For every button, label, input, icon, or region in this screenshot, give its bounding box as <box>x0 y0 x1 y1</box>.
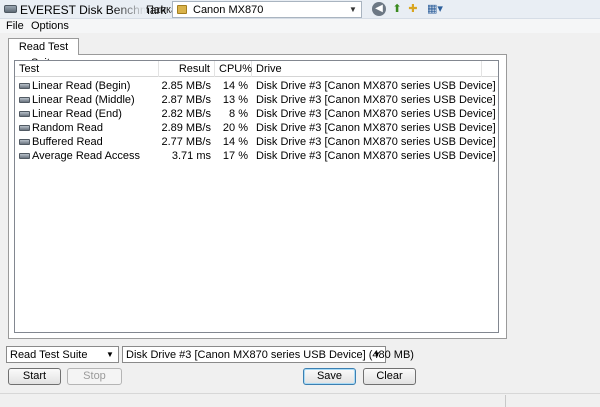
start-button[interactable]: Start <box>8 368 61 385</box>
disk-icon <box>19 97 30 103</box>
cell-result: 3.71 ms <box>171 150 211 162</box>
cell-cpu: 17 % <box>222 150 248 162</box>
cell-cpu: 13 % <box>222 94 248 106</box>
cell-cpu: 20 % <box>222 122 248 134</box>
column-header-drive[interactable]: Drive <box>252 61 482 77</box>
chevron-down-icon[interactable]: ▼ <box>347 2 359 17</box>
cell-test: Average Read Access <box>32 150 141 162</box>
menu-file[interactable]: File <box>6 20 24 32</box>
column-header-result[interactable]: Result <box>159 61 215 77</box>
status-bar <box>0 393 600 407</box>
cell-test: Linear Read (End) <box>32 108 122 120</box>
title-fade <box>112 0 146 18</box>
disk-icon <box>19 111 30 117</box>
chevron-down-icon: ▼ <box>373 350 381 359</box>
new-folder-icon[interactable]: ✚ <box>406 2 420 16</box>
table-row[interactable]: Linear Read (End) 2.82 MB/s 8 % Disk Drive … <box>15 107 498 121</box>
title-bar: EVEREST Disk Benchmark Папка: Canon MX87… <box>0 0 600 19</box>
cell-drive: Disk Drive #3 [Canon MX870 series USB De… <box>256 122 496 134</box>
disk-icon <box>19 139 30 145</box>
results-table[interactable]: Test Result CPU% Drive Linear Read (Begi… <box>14 60 499 333</box>
disk-icon <box>19 83 30 89</box>
table-header: Test Result CPU% Drive <box>15 61 498 77</box>
menu-options[interactable]: Options <box>31 20 69 32</box>
cell-result: 2.87 MB/s <box>161 94 211 106</box>
cell-result: 2.85 MB/s <box>161 80 211 92</box>
drive-select[interactable]: Disk Drive #3 [Canon MX870 series USB De… <box>122 346 414 363</box>
cell-result: 2.89 MB/s <box>161 122 211 134</box>
cell-drive: Disk Drive #3 [Canon MX870 series USB De… <box>256 136 496 148</box>
cell-cpu: 14 % <box>222 136 248 148</box>
column-header-cpu[interactable]: CPU% <box>215 61 252 77</box>
menu-bar: File Options <box>0 19 600 33</box>
save-button[interactable]: Save <box>303 368 356 385</box>
chevron-down-icon: ▼ <box>106 350 114 359</box>
column-header-test[interactable]: Test <box>15 61 159 77</box>
folder-combo[interactable]: Canon MX870 ▼ <box>172 1 362 18</box>
cell-result: 2.77 MB/s <box>161 136 211 148</box>
table-row[interactable]: Average Read Access 3.71 ms 17 % Disk Drive… <box>15 149 498 163</box>
cell-cpu: 14 % <box>222 80 248 92</box>
clear-button[interactable]: Clear <box>363 368 416 385</box>
cell-test: Buffered Read <box>32 136 103 148</box>
folder-value: Canon MX870 <box>193 4 264 16</box>
cell-cpu: 8 % <box>229 108 248 120</box>
status-divider <box>505 395 506 407</box>
cell-test: Linear Read (Middle) <box>32 94 135 106</box>
table-row[interactable]: Linear Read (Begin) 2.85 MB/s 14 % Disk Dri… <box>15 79 498 93</box>
disk-icon <box>19 153 30 159</box>
cell-drive: Disk Drive #3 [Canon MX870 series USB De… <box>256 108 496 120</box>
test-suite-select-value: Read Test Suite <box>10 349 88 361</box>
cell-drive: Disk Drive #3 [Canon MX870 series USB De… <box>256 150 496 162</box>
cell-result: 2.82 MB/s <box>161 108 211 120</box>
cell-drive: Disk Drive #3 [Canon MX870 series USB De… <box>256 80 496 92</box>
up-folder-icon[interactable]: ⬆ <box>390 2 404 16</box>
folder-icon <box>177 5 187 14</box>
app-icon <box>4 5 17 13</box>
back-icon[interactable]: ◀ <box>372 2 386 16</box>
cell-test: Linear Read (Begin) <box>32 80 131 92</box>
table-row[interactable]: Random Read 2.89 MB/s 20 % Disk Drive #3 [C… <box>15 121 498 135</box>
cell-drive: Disk Drive #3 [Canon MX870 series USB De… <box>256 94 496 106</box>
views-icon[interactable]: ▦▾ <box>424 2 446 16</box>
disk-icon <box>19 125 30 131</box>
stop-button[interactable]: Stop <box>67 368 122 385</box>
table-row[interactable]: Linear Read (Middle) 2.87 MB/s 13 % Disk Dr… <box>15 93 498 107</box>
test-suite-select[interactable]: Read Test Suite ▼ <box>6 346 119 363</box>
cell-test: Random Read <box>32 122 103 134</box>
table-row[interactable]: Buffered Read 2.77 MB/s 14 % Disk Drive #3 … <box>15 135 498 149</box>
tab-read-test-suite[interactable]: Read Test Suite <box>8 38 79 69</box>
